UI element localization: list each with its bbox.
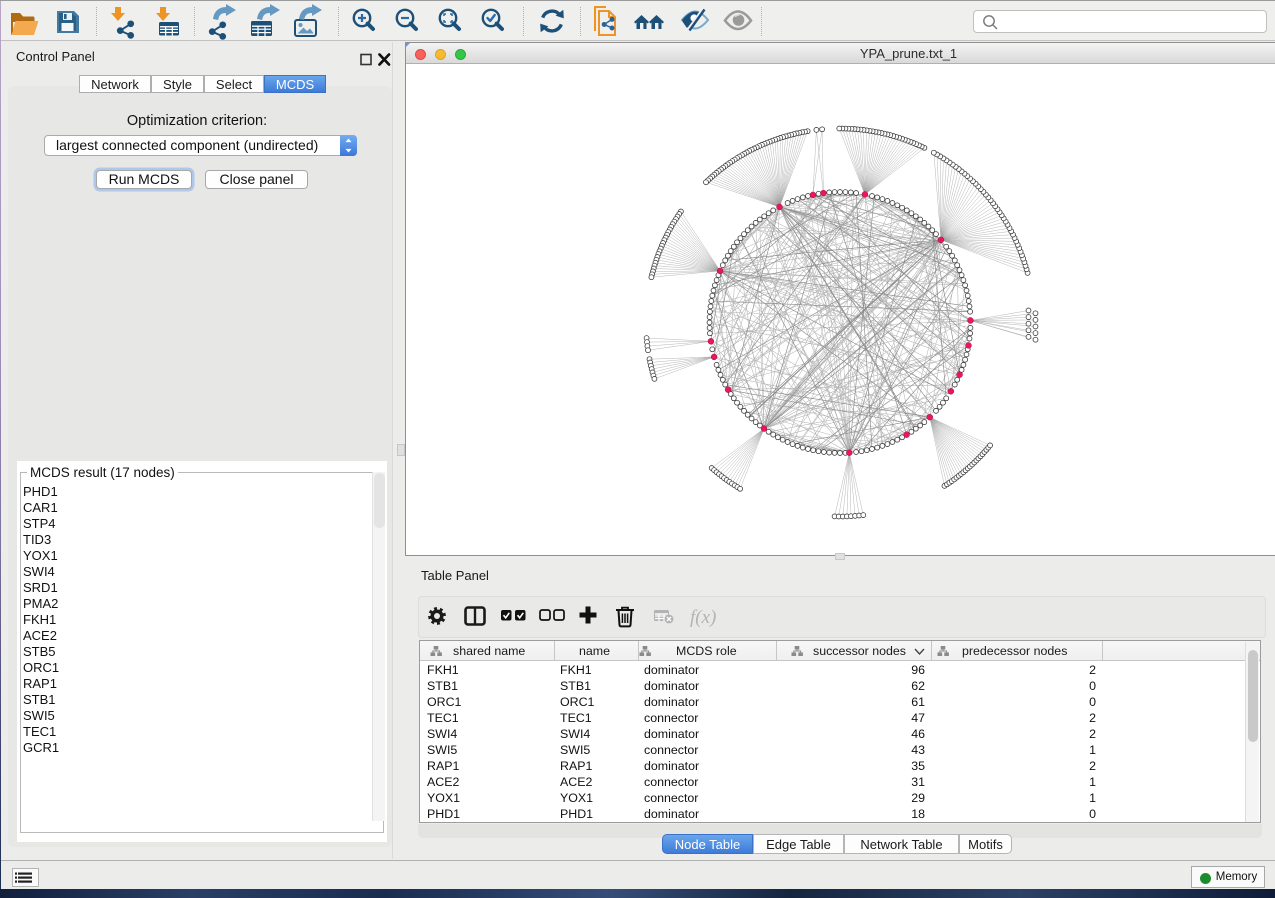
svg-text:f(x): f(x) [690, 607, 716, 628]
